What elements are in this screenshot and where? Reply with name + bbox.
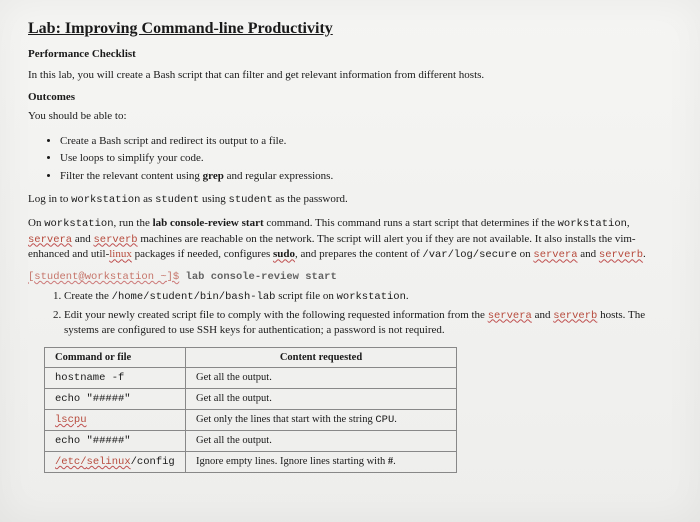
text: /etc/ — [55, 456, 87, 468]
cmd-cell: /etc/selinux/config — [45, 451, 186, 472]
document-page: Lab: Improving Command-line Productivity… — [0, 0, 700, 522]
table-row: echo "#####" Get all the output. — [45, 388, 457, 409]
serverb-host: serverb — [553, 310, 597, 322]
content-cell: Get all the output. — [186, 430, 457, 451]
cmd-cell: hostname -f — [45, 367, 186, 388]
lscpu-cmd: lscpu — [55, 414, 87, 426]
step-item: Create the /home/student/bin/bash-lab sc… — [64, 289, 672, 305]
table-row: lscpu Get only the lines that start with… — [45, 409, 457, 430]
text: Log in to — [28, 193, 71, 205]
text: as — [140, 193, 155, 205]
sudo-keyword: sudo — [273, 248, 295, 260]
start-command: lab console-review start — [153, 217, 264, 229]
text: , and prepares the content of — [295, 248, 422, 260]
username: student — [155, 194, 199, 206]
selinux-path: /etc/selinux — [55, 456, 131, 468]
table-row: /etc/selinux/config Ignore empty lines. … — [45, 451, 457, 472]
shell-command: lab console-review start — [179, 271, 337, 283]
outcomes-heading: Outcomes — [28, 91, 672, 103]
list-item: Use loops to simplify your code. — [60, 150, 672, 167]
text: and — [578, 248, 599, 260]
linux-word: linux — [109, 248, 132, 260]
password: student — [229, 194, 273, 206]
lab-title: Lab: Improving Command-line Productivity — [28, 20, 672, 38]
servera-host: servera — [28, 234, 72, 246]
text: script file on — [275, 290, 336, 302]
table-row: hostname -f Get all the output. — [45, 367, 457, 388]
workstation-host: workstation — [337, 291, 406, 303]
serverb-host: serverb — [94, 234, 138, 246]
terminal-line: [student@workstation ~]$ lab console-rev… — [28, 271, 672, 283]
text: and regular expressions. — [224, 170, 333, 182]
workstation-host: workstation — [44, 218, 113, 230]
text: Filter the relevant content using — [60, 170, 203, 182]
table-header-row: Command or file Content requested — [45, 347, 457, 367]
text: On — [28, 217, 44, 229]
cmd-cell: echo "#####" — [45, 388, 186, 409]
content-cell: Ignore empty lines. Ignore lines startin… — [186, 451, 457, 472]
cpu-string: CPU — [375, 414, 394, 426]
text: and — [72, 233, 93, 245]
text: Edit your newly created script file to c… — [64, 309, 488, 321]
servera-host: servera — [488, 310, 532, 322]
header-content: Content requested — [186, 347, 457, 367]
list-item: Filter the relevant content using grep a… — [60, 168, 672, 185]
text: selinux — [87, 456, 131, 468]
serverb-host: serverb — [599, 249, 643, 261]
intro-paragraph: In this lab, you will create a Bash scri… — [28, 68, 672, 83]
text: . — [394, 414, 397, 425]
text: as the password. — [273, 193, 348, 205]
setup-paragraph: On workstation, run the lab console-revi… — [28, 216, 672, 263]
text: , run the — [114, 217, 153, 229]
text: using — [199, 193, 228, 205]
step-item: Edit your newly created script file to c… — [64, 308, 672, 339]
command-table: Command or file Content requested hostna… — [44, 347, 457, 473]
text: on — [517, 248, 534, 260]
text: and — [532, 309, 553, 321]
text: . — [406, 290, 409, 302]
text: , — [627, 217, 630, 229]
workstation-host: workstation — [71, 194, 140, 206]
steps-list: Create the /home/student/bin/bash-lab sc… — [28, 289, 672, 339]
login-paragraph: Log in to workstation as student using s… — [28, 192, 672, 208]
outcomes-list: Create a Bash script and redirect its ou… — [28, 133, 672, 185]
workstation-host: workstation — [558, 218, 627, 230]
cmd-cell: lscpu — [45, 409, 186, 430]
text: Create the — [64, 290, 112, 302]
outcomes-intro: You should be able to: — [28, 109, 672, 124]
content-cell: Get all the output. — [186, 367, 457, 388]
servera-host: servera — [533, 249, 577, 261]
text: /config — [131, 456, 175, 468]
text: Ignore empty lines. Ignore lines startin… — [196, 456, 388, 467]
secure-log-path: /var/log/secure — [422, 249, 517, 261]
script-path: /home/student/bin/bash-lab — [112, 291, 276, 303]
content-cell: Get only the lines that start with the s… — [186, 409, 457, 430]
text: Get only the lines that start with the s… — [196, 414, 375, 425]
table-row: echo "#####" Get all the output. — [45, 430, 457, 451]
text: . — [643, 248, 646, 260]
checklist-heading: Performance Checklist — [28, 48, 672, 60]
header-command: Command or file — [45, 347, 186, 367]
text: command. This command runs a start scrip… — [264, 217, 558, 229]
content-cell: Get all the output. — [186, 388, 457, 409]
list-item: Create a Bash script and redirect its ou… — [60, 133, 672, 150]
grep-keyword: grep — [203, 170, 224, 182]
cmd-cell: echo "#####" — [45, 430, 186, 451]
shell-prompt: [student@workstation ~]$ — [28, 271, 179, 283]
text: packages if needed, configures — [132, 248, 273, 260]
text: . — [393, 456, 396, 467]
